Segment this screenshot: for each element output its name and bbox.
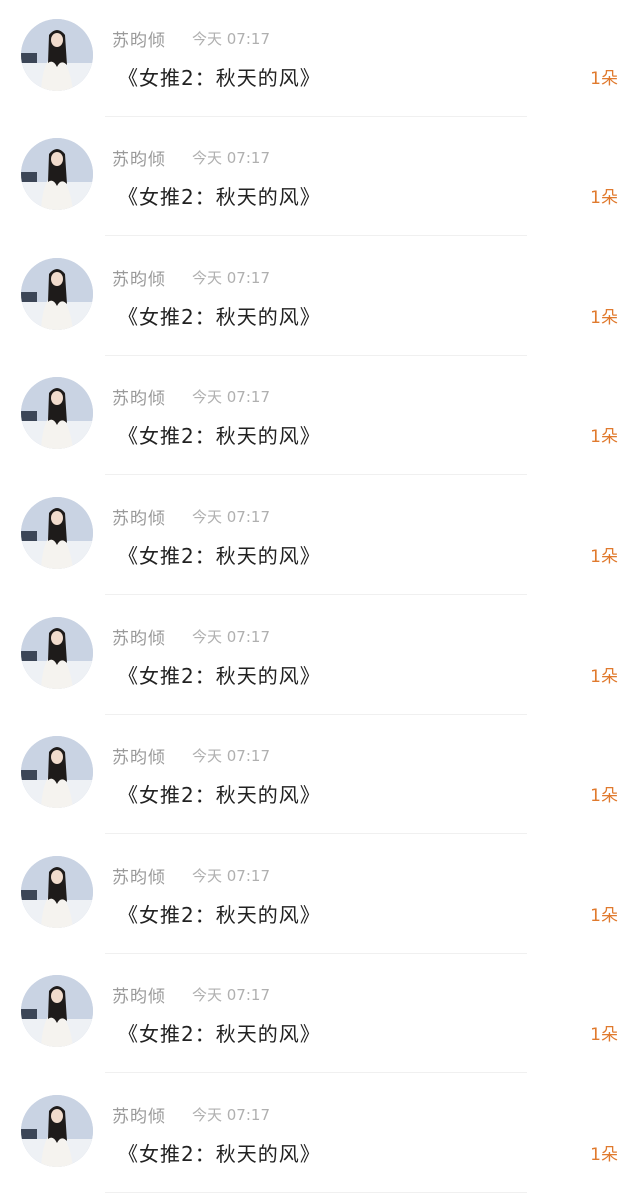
list-item[interactable]: 苏昀倾 今天 07:17 《女推2：秋天的风》 1朵 [0,119,640,238]
list-item[interactable]: 苏昀倾 今天 07:17 《女推2：秋天的风》 1朵 [0,358,640,477]
list-item[interactable]: 苏昀倾 今天 07:17 《女推2：秋天的风》 1朵 [0,239,640,358]
gift-record-list: 苏昀倾 今天 07:17 《女推2：秋天的风》 1朵 苏昀倾 今天 07:17 … [0,0,640,1199]
timestamp: 今天 07:17 [192,508,270,526]
gift-count: 1朵 [590,1025,618,1045]
timestamp: 今天 07:17 [192,986,270,1004]
avatar[interactable] [21,19,93,91]
divider [105,474,527,475]
avatar[interactable] [21,617,93,689]
book-title[interactable]: 《女推2：秋天的风》 [118,899,321,928]
list-item[interactable]: 苏昀倾 今天 07:17 《女推2：秋天的风》 1朵 [0,598,640,717]
divider [105,355,527,356]
gift-count: 1朵 [590,69,618,89]
avatar[interactable] [21,1095,93,1167]
divider [105,953,527,954]
timestamp: 今天 07:17 [192,1106,270,1124]
user-name: 苏昀倾 [112,987,166,1007]
timestamp: 今天 07:17 [192,867,270,885]
divider [105,833,527,834]
user-name: 苏昀倾 [112,270,166,290]
avatar[interactable] [21,856,93,928]
gift-count: 1朵 [590,1145,618,1165]
book-title[interactable]: 《女推2：秋天的风》 [118,540,321,569]
timestamp: 今天 07:17 [192,269,270,287]
gift-count: 1朵 [590,786,618,806]
avatar[interactable] [21,497,93,569]
timestamp: 今天 07:17 [192,149,270,167]
book-title[interactable]: 《女推2：秋天的风》 [118,1018,321,1047]
timestamp: 今天 07:17 [192,747,270,765]
book-title[interactable]: 《女推2：秋天的风》 [118,181,321,210]
gift-count: 1朵 [590,308,618,328]
book-title[interactable]: 《女推2：秋天的风》 [118,420,321,449]
avatar[interactable] [21,736,93,808]
list-item[interactable]: 苏昀倾 今天 07:17 《女推2：秋天的风》 1朵 [0,1076,640,1195]
list-item[interactable]: 苏昀倾 今天 07:17 《女推2：秋天的风》 1朵 [0,0,640,119]
user-name: 苏昀倾 [112,389,166,409]
divider [105,594,527,595]
book-title[interactable]: 《女推2：秋天的风》 [118,62,321,91]
user-name: 苏昀倾 [112,1107,166,1127]
gift-count: 1朵 [590,547,618,567]
list-item[interactable]: 苏昀倾 今天 07:17 《女推2：秋天的风》 1朵 [0,956,640,1075]
avatar[interactable] [21,377,93,449]
avatar[interactable] [21,975,93,1047]
list-item[interactable]: 苏昀倾 今天 07:17 《女推2：秋天的风》 1朵 [0,717,640,836]
gift-count: 1朵 [590,667,618,687]
gift-count: 1朵 [590,188,618,208]
avatar[interactable] [21,138,93,210]
user-name: 苏昀倾 [112,868,166,888]
user-name: 苏昀倾 [112,509,166,529]
gift-count: 1朵 [590,906,618,926]
user-name: 苏昀倾 [112,629,166,649]
list-item[interactable]: 苏昀倾 今天 07:17 《女推2：秋天的风》 1朵 [0,478,640,597]
divider [105,235,527,236]
list-item[interactable]: 苏昀倾 今天 07:17 《女推2：秋天的风》 1朵 [0,837,640,956]
avatar[interactable] [21,258,93,330]
timestamp: 今天 07:17 [192,628,270,646]
timestamp: 今天 07:17 [192,388,270,406]
user-name: 苏昀倾 [112,748,166,768]
gift-count: 1朵 [590,427,618,447]
timestamp: 今天 07:17 [192,30,270,48]
book-title[interactable]: 《女推2：秋天的风》 [118,660,321,689]
divider [105,1072,527,1073]
divider [105,116,527,117]
user-name: 苏昀倾 [112,150,166,170]
divider [105,714,527,715]
divider [105,1192,527,1193]
book-title[interactable]: 《女推2：秋天的风》 [118,301,321,330]
user-name: 苏昀倾 [112,31,166,51]
book-title[interactable]: 《女推2：秋天的风》 [118,779,321,808]
book-title[interactable]: 《女推2：秋天的风》 [118,1138,321,1167]
